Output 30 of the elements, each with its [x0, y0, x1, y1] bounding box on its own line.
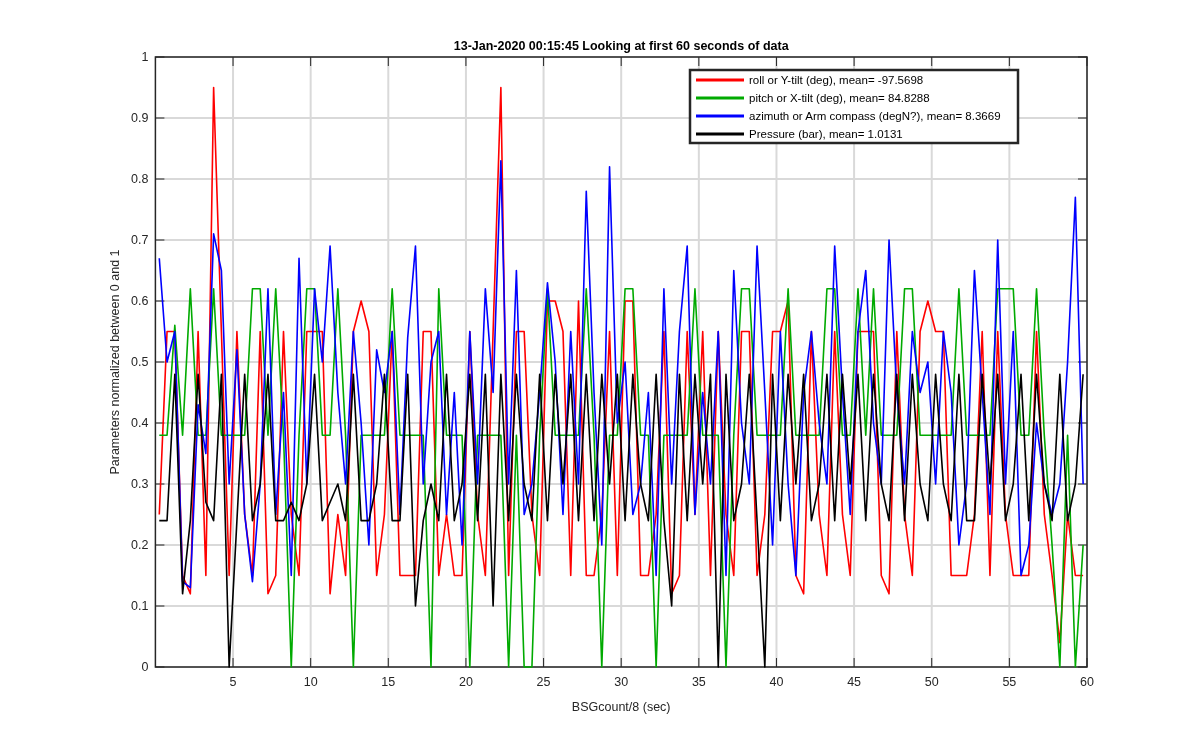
tick-label: 10	[303, 675, 318, 689]
tick-label: 0.1	[131, 599, 149, 613]
tick-label: 25	[536, 675, 551, 689]
tick-label: 30	[614, 675, 629, 689]
tick-label: 15	[381, 675, 396, 689]
tick-label: 35	[691, 675, 706, 689]
axis-label: BSGcount/8 (sec)	[571, 700, 671, 714]
tick-label: 20	[459, 675, 473, 689]
legend-label: azimuth or Arm compass (degN?), mean= 8.3669	[749, 110, 1001, 122]
tick-label: 0.5	[131, 355, 149, 369]
tick-label: 55	[1002, 675, 1017, 689]
tick-label: 0.3	[131, 477, 149, 491]
tick-label: 5	[229, 675, 237, 689]
tick-label: 0.9	[131, 111, 149, 125]
axis-label: Parameters normalized between 0 and 1	[108, 249, 122, 475]
tick-label: 1	[141, 50, 149, 64]
legend-label: Pressure (bar), mean= 1.0131	[749, 128, 903, 140]
tick-label: 0	[141, 660, 149, 674]
tick-label: 40	[769, 675, 784, 689]
tick-label: 45	[847, 675, 862, 689]
tick-label: 0.2	[131, 538, 149, 552]
tick-label: 0.6	[131, 294, 149, 308]
chart-title: 13-Jan-2020 00:15:45 Looking at first 60 seconds of data	[453, 39, 789, 53]
legend-label: roll or Y-tilt (deg), mean= -97.5698	[749, 74, 924, 86]
tick-label: 0.7	[131, 233, 149, 247]
legend-label: pitch or X-tilt (deg), mean= 84.8288	[749, 92, 930, 104]
tick-label: 0.8	[131, 172, 149, 186]
tick-label: 0.4	[131, 416, 149, 430]
tick-label: 60	[1080, 675, 1094, 689]
tick-label: 50	[924, 675, 939, 689]
